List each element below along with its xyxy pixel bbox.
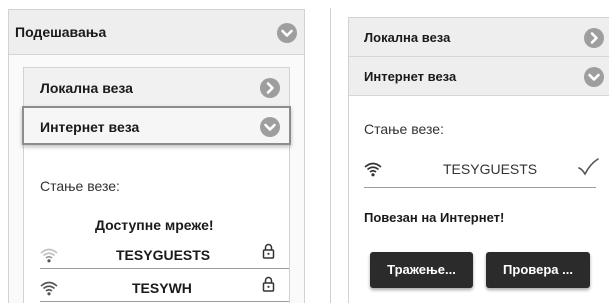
chevron-down-icon[interactable] xyxy=(584,67,604,87)
accordion-internet-connection[interactable]: Интернет веза xyxy=(22,106,291,145)
settings-header[interactable]: Подешавања xyxy=(9,10,304,55)
lock-icon xyxy=(262,276,275,297)
connection-status-label: Стање везе: xyxy=(40,178,120,194)
connection-status-label: Стање везе: xyxy=(364,121,444,137)
divider xyxy=(364,187,596,188)
settings-title: Подешавања xyxy=(15,24,107,40)
lock-icon xyxy=(262,243,275,264)
accordion-label: Локална веза xyxy=(364,30,451,45)
divider xyxy=(40,268,289,269)
available-networks-title: Доступне мреже! xyxy=(95,217,214,233)
chevron-right-icon[interactable] xyxy=(260,78,280,98)
connection-settings: Локална веза Интернет веза Стање везе: Д… xyxy=(22,67,291,303)
search-button[interactable]: Тражење... xyxy=(370,252,473,288)
network-item-tesyguests[interactable]: TESYGUESTS xyxy=(24,240,289,268)
connection-panel: Локална веза Интернет веза Стање везе: T… xyxy=(348,17,609,303)
panel-divider xyxy=(330,8,331,303)
chevron-down-icon[interactable] xyxy=(277,23,297,43)
wifi-icon xyxy=(364,161,382,182)
accordion-label: Интернет веза xyxy=(364,69,457,84)
accordion-label: Локална веза xyxy=(40,80,133,96)
wifi-icon xyxy=(40,280,58,301)
accordion-local-connection[interactable]: Локална веза xyxy=(24,68,289,107)
chevron-right-icon[interactable] xyxy=(584,28,604,48)
wifi-icon xyxy=(40,247,58,268)
accordion-label: Интернет веза xyxy=(40,119,140,135)
connected-message: Повезан на Интернет! xyxy=(364,210,505,225)
check-button[interactable]: Провера ... xyxy=(486,252,590,288)
network-name: TESYGUESTS xyxy=(443,161,538,177)
checkmark-icon xyxy=(577,158,599,181)
accordion-internet-connection[interactable]: Интернет веза xyxy=(349,57,609,96)
network-name: TESYGUESTS xyxy=(116,247,211,263)
connected-network: TESYGUESTS xyxy=(349,156,609,184)
network-name: TESYWH xyxy=(132,280,192,296)
settings-panel: Подешавања Локална веза Интернет веза Ст… xyxy=(8,9,305,303)
chevron-down-icon[interactable] xyxy=(260,117,280,137)
divider xyxy=(40,301,289,302)
network-item-tesywh[interactable]: TESYWH xyxy=(24,272,289,300)
accordion-local-connection[interactable]: Локална веза xyxy=(349,18,609,57)
